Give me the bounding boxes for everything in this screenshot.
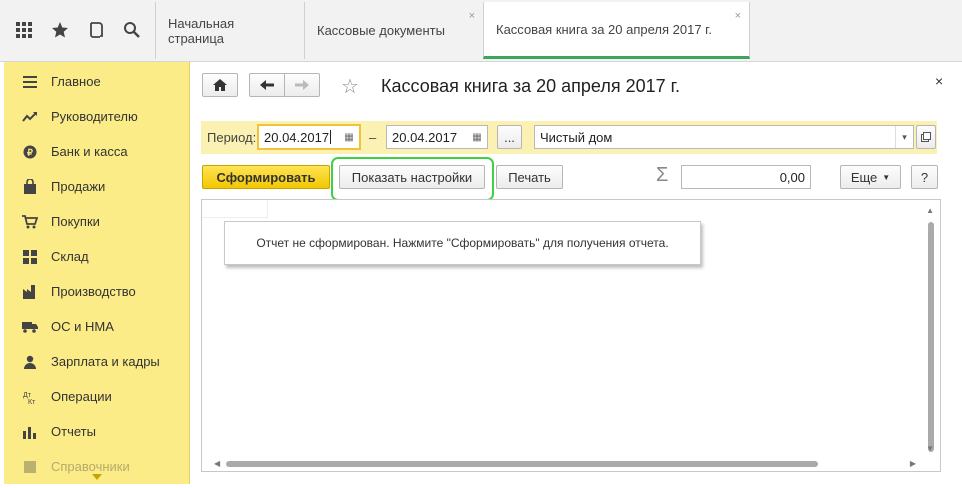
page-title: Кассовая книга за 20 апреля 2017 г. xyxy=(381,76,681,96)
date-from-field[interactable]: 20.04.2017 ▦ xyxy=(257,124,361,150)
tab-home[interactable]: Начальная страница xyxy=(155,2,304,59)
report-area[interactable]: Отчет не сформирован. Нажмите "Сформиров… xyxy=(201,199,941,472)
sidebar-item-purchases[interactable]: Покупки xyxy=(4,204,189,239)
book-icon xyxy=(21,459,39,475)
sidebar-item-main[interactable]: Главное xyxy=(4,64,189,99)
tab-strip: Начальная страница Кассовые документы × … xyxy=(155,2,750,62)
date-to-value: 20.04.2017 xyxy=(392,129,458,145)
bag-icon xyxy=(21,179,39,195)
sidebar-scroll-down[interactable] xyxy=(4,474,189,484)
sidebar-item-label: Зарплата и кадры xyxy=(51,354,160,369)
sidebar-item-bank[interactable]: ₽ Банк и касса xyxy=(4,134,189,169)
sidebar-item-manager[interactable]: Руководителю xyxy=(4,99,189,134)
sidebar-item-label: Главное xyxy=(51,74,101,89)
organization-value: Чистый дом xyxy=(540,129,613,145)
close-form-icon[interactable]: × xyxy=(935,73,943,89)
tab-label: Кассовые документы xyxy=(317,23,445,38)
svg-text:Кт: Кт xyxy=(28,399,36,404)
report-message: Отчет не сформирован. Нажмите "Сформиров… xyxy=(224,221,701,265)
sidebar-item-label: Отчеты xyxy=(51,424,96,439)
generate-button[interactable]: Сформировать xyxy=(202,165,330,189)
sidebar-item-sales[interactable]: Продажи xyxy=(4,169,189,204)
form-panel: ☆ Кассовая книга за 20 апреля 2017 г. × … xyxy=(191,62,950,484)
scroll-up-icon[interactable]: ▲ xyxy=(926,206,934,215)
tab-label: Начальная страница xyxy=(168,15,235,46)
sidebar-item-fixed-assets[interactable]: ОС и НМА xyxy=(4,309,189,344)
sidebar-item-label: ОС и НМА xyxy=(51,319,114,334)
tab-label: Кассовая книга за 20 апреля 2017 г. xyxy=(496,21,712,37)
tab-cash-book[interactable]: Кассовая книга за 20 апреля 2017 г. × xyxy=(483,2,750,59)
favorite-star-icon[interactable]: ☆ xyxy=(341,74,359,99)
sidebar-item-salary[interactable]: Зарплата и кадры xyxy=(4,344,189,379)
trend-icon xyxy=(21,109,39,125)
sidebar-item-label: Операции xyxy=(51,389,112,404)
home-button[interactable] xyxy=(202,73,238,97)
more-label: Еще xyxy=(850,169,878,185)
open-icon xyxy=(921,132,931,142)
apps-grid-icon[interactable] xyxy=(12,18,36,42)
people-icon xyxy=(21,354,39,370)
svg-text:Дт: Дт xyxy=(23,392,32,399)
chevron-down-icon xyxy=(92,474,102,480)
close-icon[interactable]: × xyxy=(735,10,741,22)
forward-button[interactable] xyxy=(284,73,320,97)
close-icon[interactable]: × xyxy=(469,10,475,22)
sidebar-item-label: Справочники xyxy=(51,459,130,474)
sidebar-item-label: Продажи xyxy=(51,179,106,194)
coin-icon: ₽ xyxy=(21,144,39,160)
scroll-left-icon[interactable]: ◀ xyxy=(214,459,220,468)
sum-icon: Σ xyxy=(656,164,669,186)
history-icon[interactable] xyxy=(84,18,108,42)
cart-icon xyxy=(21,214,39,230)
period-select-button[interactable]: ... xyxy=(497,125,522,149)
sidebar-item-production[interactable]: Производство xyxy=(4,274,189,309)
sidebar-item-label: Склад xyxy=(51,249,89,264)
organization-field[interactable]: Чистый дом ▾ xyxy=(534,125,914,149)
top-bar: Начальная страница Кассовые документы × … xyxy=(0,0,962,62)
more-button[interactable]: Еще ▼ xyxy=(840,165,901,189)
period-label: Период: xyxy=(207,130,257,145)
period-bar: Период: 20.04.2017 ▦ – 20.04.2017 ▦ ... … xyxy=(201,121,937,154)
scroll-down-icon[interactable]: ▼ xyxy=(926,444,934,453)
highlight-outline xyxy=(331,157,494,201)
sidebar-item-label: Производство xyxy=(51,284,136,299)
help-button[interactable]: ? xyxy=(911,165,938,189)
open-organization-button[interactable] xyxy=(916,125,936,149)
home-icon xyxy=(213,79,227,91)
print-button[interactable]: Печать xyxy=(496,165,563,189)
date-to-field[interactable]: 20.04.2017 ▦ xyxy=(386,125,488,149)
sidebar-item-warehouse[interactable]: Склад xyxy=(4,239,189,274)
sidebar-item-label: Руководителю xyxy=(51,109,138,124)
dt-kt-icon: Дт Кт xyxy=(21,389,39,405)
search-icon[interactable] xyxy=(120,18,144,42)
chevron-down-icon: ▼ xyxy=(882,172,891,182)
sidebar: Главное Руководителю ₽ Банк и касса Прод… xyxy=(4,62,190,484)
tab-cash-documents[interactable]: Кассовые документы × xyxy=(304,2,483,59)
chevron-down-icon[interactable]: ▾ xyxy=(895,126,913,148)
sum-field: 0,00 xyxy=(681,165,811,189)
svg-text:₽: ₽ xyxy=(27,147,33,157)
horizontal-scrollbar[interactable] xyxy=(226,461,818,467)
factory-icon xyxy=(21,284,39,300)
scroll-right-icon[interactable]: ▶ xyxy=(910,459,916,468)
favorites-star-icon[interactable] xyxy=(48,18,72,42)
back-button[interactable] xyxy=(249,73,285,97)
date-from-value: 20.04.2017 xyxy=(264,129,330,145)
sidebar-item-label: Покупки xyxy=(51,214,100,229)
warehouse-icon xyxy=(21,249,39,265)
calendar-icon[interactable]: ▦ xyxy=(341,129,357,145)
calendar-icon[interactable]: ▦ xyxy=(469,129,485,145)
period-dash: – xyxy=(369,130,377,145)
sum-value: 0,00 xyxy=(779,169,805,185)
arrow-left-icon xyxy=(260,80,274,90)
sidebar-item-operations[interactable]: Дт Кт Операции xyxy=(4,379,189,414)
truck-icon xyxy=(21,319,39,335)
menu-lines-icon xyxy=(21,74,39,90)
vertical-scrollbar[interactable] xyxy=(928,222,934,452)
bar-chart-icon xyxy=(21,424,39,440)
arrow-right-icon xyxy=(295,80,309,90)
sidebar-item-label: Банк и касса xyxy=(51,144,128,159)
report-corner-cell xyxy=(202,200,268,218)
sidebar-item-reports[interactable]: Отчеты xyxy=(4,414,189,449)
